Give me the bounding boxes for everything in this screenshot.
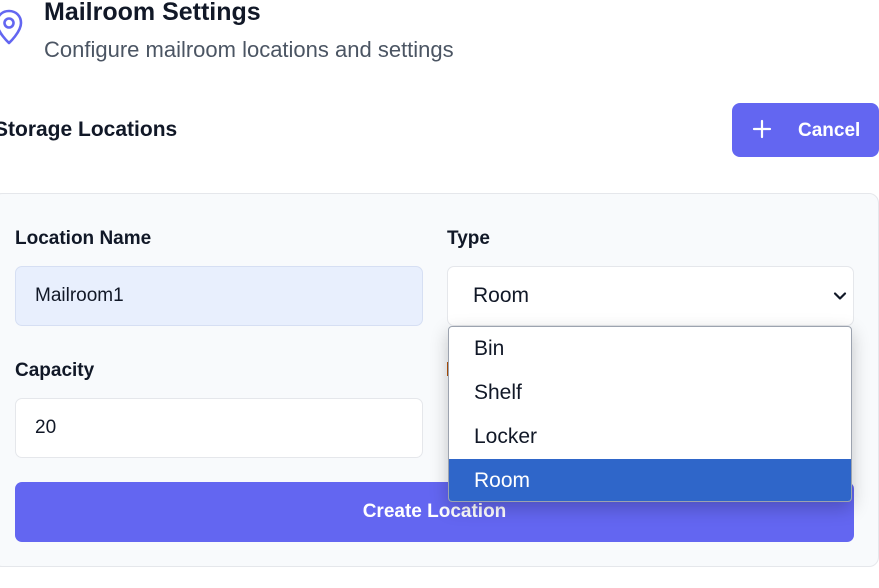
section-title: Storage Locations [0, 118, 178, 141]
page-title: Mailroom Settings [44, 0, 261, 26]
type-dropdown-list: Bin Shelf Locker Room [448, 326, 852, 502]
type-select-value: Room [473, 284, 530, 307]
page-subtitle: Configure mailroom locations and setting… [44, 37, 454, 62]
plus-icon [752, 119, 772, 139]
type-option-bin[interactable]: Bin [449, 327, 851, 371]
type-option-shelf[interactable]: Shelf [449, 371, 851, 415]
location-name-label: Location Name [15, 228, 152, 249]
cancel-button-label: Cancel [798, 120, 861, 141]
type-label: Type [447, 228, 490, 249]
capacity-label: Capacity [15, 360, 95, 381]
mailroom-settings-page: Mailroom Settings Configure mailroom loc… [0, 0, 879, 588]
type-select[interactable]: Room [447, 266, 854, 326]
type-option-locker[interactable]: Locker [449, 415, 851, 459]
map-pin-icon [0, 9, 23, 45]
type-option-room[interactable]: Room [449, 459, 851, 501]
chevron-down-icon [833, 292, 847, 300]
cancel-button[interactable]: Cancel [732, 103, 879, 157]
capacity-input[interactable]: 20 [15, 398, 423, 458]
location-name-input[interactable]: Mailroom1 [15, 266, 423, 326]
